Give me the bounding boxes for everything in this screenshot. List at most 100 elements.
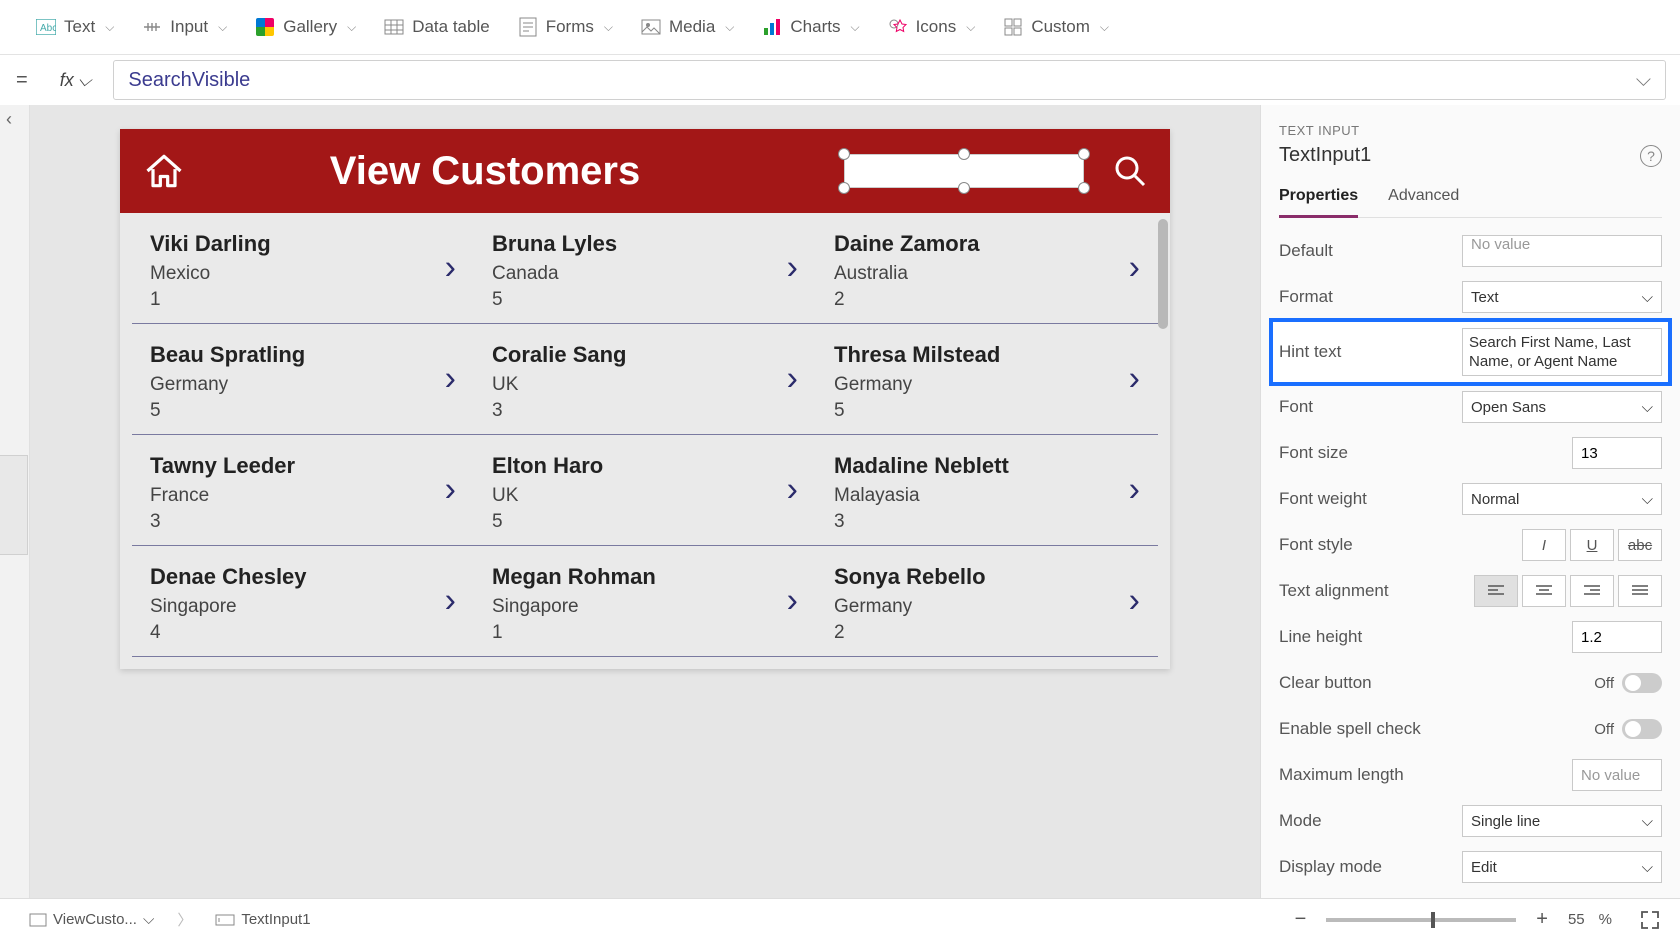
ribbon-item-input[interactable]: Input ⌵ bbox=[142, 17, 227, 37]
gallery-item[interactable]: Thresa MilsteadGermany5› bbox=[816, 324, 1158, 435]
font-weight-select[interactable]: Normal⌵ bbox=[1462, 483, 1662, 515]
strikethrough-button[interactable]: abc bbox=[1618, 529, 1662, 561]
resize-handle[interactable] bbox=[958, 148, 970, 160]
breadcrumb-control[interactable]: TextInput1 bbox=[206, 906, 319, 933]
prop-label: Enable spell check bbox=[1279, 719, 1584, 739]
ribbon-item-text[interactable]: Abc Text ⌵ bbox=[36, 17, 114, 37]
chevron-right-icon[interactable]: › bbox=[445, 471, 456, 510]
chevron-right-icon[interactable]: › bbox=[445, 360, 456, 399]
gallery-item[interactable]: Madaline NeblettMalayasia3› bbox=[816, 435, 1158, 546]
resize-handle[interactable] bbox=[958, 182, 970, 194]
control-category: TEXT INPUT bbox=[1279, 123, 1662, 138]
gallery-item[interactable]: Daine ZamoraAustralia2› bbox=[816, 213, 1158, 324]
mode-select[interactable]: Single line⌵ bbox=[1462, 805, 1662, 837]
format-select[interactable]: Text⌵ bbox=[1462, 281, 1662, 313]
prop-visible: Visible On bbox=[1279, 890, 1662, 898]
ribbon-item-icons[interactable]: Icons ⌵ bbox=[888, 17, 976, 37]
underline-button[interactable]: U bbox=[1570, 529, 1614, 561]
font-size-input[interactable] bbox=[1572, 437, 1662, 469]
prop-font-style: Font style I U abc bbox=[1279, 522, 1662, 568]
clear-button-toggle[interactable]: Off bbox=[1594, 673, 1662, 693]
help-icon[interactable]: ? bbox=[1640, 145, 1662, 167]
chevron-right-icon[interactable]: › bbox=[445, 582, 456, 621]
chevron-right-icon[interactable]: › bbox=[787, 249, 798, 288]
chevron-right-icon[interactable]: › bbox=[445, 249, 456, 288]
left-rail-tab[interactable] bbox=[0, 455, 28, 555]
canvas-area[interactable]: View Customers Viki DarlingMexico1›Bruna… bbox=[30, 105, 1260, 898]
ribbon-item-media[interactable]: Media ⌵ bbox=[641, 17, 734, 37]
hint-text-input[interactable]: Search First Name, Last Name, or Agent N… bbox=[1462, 328, 1662, 376]
gallery-item[interactable]: Megan RohmanSingapore1› bbox=[474, 546, 816, 657]
chevron-right-icon[interactable]: › bbox=[787, 582, 798, 621]
chevron-right-icon[interactable]: › bbox=[1129, 249, 1140, 288]
chevron-right-icon[interactable]: › bbox=[787, 471, 798, 510]
properties-panel: TEXT INPUT TextInput1 ? Properties Advan… bbox=[1260, 105, 1680, 898]
app-header: View Customers bbox=[120, 129, 1170, 213]
align-left-button[interactable] bbox=[1474, 575, 1518, 607]
tree-view-collapsed[interactable]: ‹ bbox=[0, 105, 30, 898]
gallery-item[interactable]: Coralie SangUK3› bbox=[474, 324, 816, 435]
customer-number: 2 bbox=[834, 289, 1144, 311]
gallery-item[interactable]: Tawny LeederFrance3› bbox=[132, 435, 474, 546]
search-icon[interactable] bbox=[1112, 153, 1148, 189]
gallery-item[interactable]: Bruna LylesCanada5› bbox=[474, 213, 816, 324]
chevron-left-icon[interactable]: ‹ bbox=[6, 109, 12, 130]
resize-handle[interactable] bbox=[838, 182, 850, 194]
prop-label: Display mode bbox=[1279, 857, 1452, 877]
scrollbar-thumb[interactable] bbox=[1158, 219, 1168, 329]
spell-check-toggle[interactable]: Off bbox=[1594, 719, 1662, 739]
zoom-in-button[interactable]: + bbox=[1530, 908, 1554, 931]
default-input[interactable]: No value bbox=[1462, 235, 1662, 267]
align-justify-button[interactable] bbox=[1618, 575, 1662, 607]
gallery-item[interactable]: Denae ChesleySingapore4› bbox=[132, 546, 474, 657]
svg-text:Abc: Abc bbox=[40, 23, 56, 34]
font-select[interactable]: Open Sans⌵ bbox=[1462, 391, 1662, 423]
zoom-out-button[interactable]: − bbox=[1289, 908, 1313, 931]
customer-name: Beau Spratling bbox=[150, 342, 460, 368]
zoom-slider[interactable] bbox=[1326, 918, 1516, 922]
tab-properties[interactable]: Properties bbox=[1279, 181, 1358, 218]
customer-name: Sonya Rebello bbox=[834, 564, 1144, 590]
selected-textinput[interactable] bbox=[844, 154, 1084, 188]
line-height-input[interactable] bbox=[1572, 621, 1662, 653]
chevron-right-icon[interactable]: › bbox=[1129, 360, 1140, 399]
gallery-item[interactable]: Elton HaroUK5› bbox=[474, 435, 816, 546]
slider-thumb[interactable] bbox=[1431, 912, 1435, 928]
resize-handle[interactable] bbox=[838, 148, 850, 160]
align-center-button[interactable] bbox=[1522, 575, 1566, 607]
ribbon-item-datatable[interactable]: Data table bbox=[384, 17, 490, 37]
gallery-item[interactable]: Sonya RebelloGermany2› bbox=[816, 546, 1158, 657]
resize-handle[interactable] bbox=[1078, 182, 1090, 194]
fx-button[interactable]: fx ⌵ bbox=[48, 70, 104, 91]
prop-line-height: Line height bbox=[1279, 614, 1662, 660]
prop-label: Font size bbox=[1279, 443, 1562, 463]
italic-button[interactable]: I bbox=[1522, 529, 1566, 561]
display-mode-select[interactable]: Edit⌵ bbox=[1462, 851, 1662, 883]
ribbon-item-gallery[interactable]: Gallery ⌵ bbox=[255, 17, 356, 37]
gallery-item[interactable]: Beau SpratlingGermany5› bbox=[132, 324, 474, 435]
ribbon-item-custom[interactable]: Custom ⌵ bbox=[1003, 17, 1109, 37]
chevron-right-icon[interactable]: › bbox=[1129, 471, 1140, 510]
panel-tabs: Properties Advanced bbox=[1279, 181, 1662, 218]
chevron-right-icon[interactable]: › bbox=[787, 360, 798, 399]
chevron-down-icon: ⌵ bbox=[218, 20, 227, 35]
prop-clear-button: Clear button Off bbox=[1279, 660, 1662, 706]
chevron-down-icon: ⌵ bbox=[1642, 813, 1653, 830]
formula-input[interactable]: SearchVisible ⌵ bbox=[113, 60, 1666, 100]
customer-name: Bruna Lyles bbox=[492, 231, 802, 257]
customer-name: Daine Zamora bbox=[834, 231, 1144, 257]
tab-advanced[interactable]: Advanced bbox=[1388, 181, 1459, 217]
fullscreen-icon[interactable] bbox=[1640, 910, 1660, 930]
customer-name: Madaline Neblett bbox=[834, 453, 1144, 479]
align-right-button[interactable] bbox=[1570, 575, 1614, 607]
media-icon bbox=[641, 17, 661, 37]
gallery-item[interactable]: Viki DarlingMexico1› bbox=[132, 213, 474, 324]
customer-gallery[interactable]: Viki DarlingMexico1›Bruna LylesCanada5›D… bbox=[120, 213, 1170, 669]
chevron-down-icon: ⌵ bbox=[1636, 69, 1651, 92]
chevron-right-icon[interactable]: › bbox=[1129, 582, 1140, 621]
breadcrumb-screen[interactable]: ViewCusto... ⌵ bbox=[20, 906, 163, 933]
ribbon-item-charts[interactable]: Charts ⌵ bbox=[762, 17, 859, 37]
max-length-input[interactable] bbox=[1572, 759, 1662, 791]
ribbon-item-forms[interactable]: Forms ⌵ bbox=[518, 17, 613, 37]
resize-handle[interactable] bbox=[1078, 148, 1090, 160]
